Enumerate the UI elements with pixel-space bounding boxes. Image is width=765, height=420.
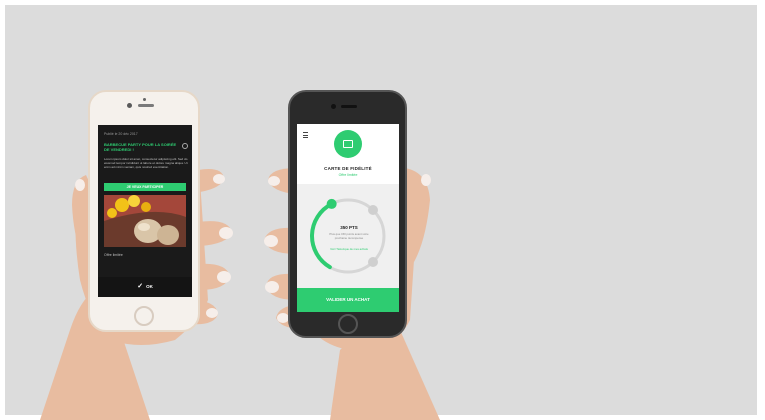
validate-purchase-button[interactable]: VALIDER UN ACHAT (297, 288, 399, 312)
check-icon: ✓ (137, 283, 144, 290)
right-phone-screen: CARTE DE FIDÉLITÉ Offre limitée 350 PTS … (297, 124, 399, 312)
food-photo-drawing (104, 195, 186, 247)
home-button[interactable] (134, 306, 154, 326)
left-phone-screen: Publié le 20 déc 2017 BARBECUE PARTY POU… (98, 125, 192, 297)
home-button[interactable] (338, 314, 358, 334)
front-camera-icon (127, 103, 132, 108)
points-value: 350 PTS (340, 225, 358, 230)
post-body: Lorem ipsum dolor sit amet, consectetur … (104, 157, 188, 170)
food-photo (104, 195, 186, 247)
earpiece-speaker (341, 105, 357, 108)
ok-button[interactable]: ✓ OK (98, 277, 192, 297)
scene: Publié le 20 déc 2017 BARBECUE PARTY POU… (0, 0, 765, 420)
reward-marker-top (368, 205, 378, 215)
card-icon (343, 140, 353, 148)
points-description: Plus que 150 points avant votre prochain… (329, 232, 369, 240)
right-phone: CARTE DE FIDÉLITÉ Offre limitée 350 PTS … (288, 90, 407, 338)
participate-button[interactable]: JE VEUX PARTICIPER (104, 183, 186, 191)
card-subtitle: Offre limitée (338, 173, 358, 177)
card-title: CARTE DE FIDÉLITÉ (324, 166, 372, 171)
post-headline: BARBECUE PARTY POUR LA SOIRÉE DE VENDRED… (104, 142, 177, 153)
progress-start-marker (326, 198, 337, 209)
post-date: Publié le 20 déc 2017 (104, 132, 138, 136)
history-link[interactable]: Voir l'historique de mes achats (327, 247, 371, 252)
points-panel: 350 PTS Plus que 150 points avant votre … (297, 184, 399, 288)
photo-caption: Offre limitée (104, 253, 123, 257)
ok-label: OK (146, 284, 153, 289)
earpiece-speaker (138, 104, 154, 107)
clock-icon (182, 143, 188, 149)
hamburger-menu-icon[interactable] (303, 132, 308, 138)
front-camera-icon (331, 104, 336, 109)
loyalty-card-logo-icon (334, 130, 362, 158)
proximity-sensor (143, 98, 146, 101)
left-phone: Publié le 20 déc 2017 BARBECUE PARTY POU… (88, 90, 200, 332)
reward-marker-bottom (368, 257, 378, 267)
